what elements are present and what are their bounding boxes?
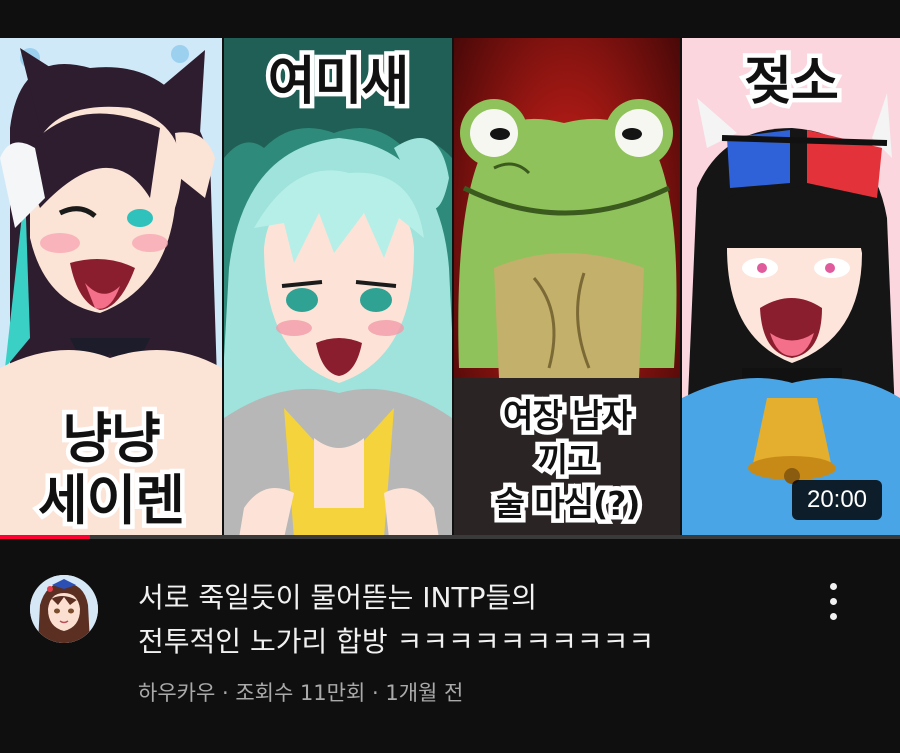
duration-badge: 20:00: [792, 480, 882, 520]
caption-line: 세이렌: [33, 465, 189, 536]
caption-line: 술 마심(?): [490, 480, 645, 528]
thumbnail-panel-3: 여장 남자 끼고 술 마심(?): [454, 38, 680, 538]
caption-line: 냥냥: [58, 403, 165, 474]
meta-separator: ·: [215, 681, 236, 705]
upload-age: 1개월 전: [385, 681, 464, 705]
view-count: 조회수 11만회: [235, 681, 366, 705]
thumbnail-panel-2: 여미새: [224, 38, 452, 538]
panel-2-caption: 여미새: [263, 48, 414, 117]
video-title[interactable]: 서로 죽일듯이 물어뜯는 INTP들의 전투적인 노가리 합방 ㅋㅋㅋㅋㅋㅋㅋㅋ…: [138, 576, 818, 664]
caption-line: 끼고: [533, 436, 602, 484]
panel-4-caption: 젖소: [740, 48, 844, 117]
glasses-girl-illustration: [682, 38, 900, 538]
video-meta: 하우카우 · 조회수 11만회 · 1개월 전: [138, 678, 463, 708]
video-title-line-2: 전투적인 노가리 합방 ㅋㅋㅋㅋㅋㅋㅋㅋㅋㅋ: [138, 625, 655, 658]
channel-avatar-icon: [30, 575, 98, 643]
meta-separator: ·: [365, 681, 386, 705]
channel-name[interactable]: 하우카우: [138, 681, 215, 705]
thumbnail-panel-1: 냥냥 세이렌: [0, 38, 222, 538]
video-title-line-1: 서로 죽일듯이 물어뜯는 INTP들의: [138, 581, 538, 614]
more-options-button[interactable]: [814, 575, 854, 635]
video-thumbnail[interactable]: 냥냥 세이렌 여미새 여장 남자 끼고 술 마심(?) 젖소 20:00: [0, 38, 900, 538]
panel-3-caption: 여장 남자 끼고 술 마심(?): [454, 392, 680, 528]
video-card[interactable]: 냥냥 세이렌 여미새 여장 남자 끼고 술 마심(?) 젖소 20:00 서로 …: [0, 0, 900, 753]
channel-avatar[interactable]: [30, 575, 98, 643]
thumbnail-panel-4: 젖소: [682, 38, 900, 538]
caption-line: 여장 남자: [499, 392, 637, 440]
watch-progress-bar: [0, 535, 900, 539]
top-strip: [0, 0, 900, 38]
mint-hair-girl-illustration: [224, 38, 452, 538]
watch-progress-fill: [0, 535, 90, 539]
panel-1-caption: 냥냥 세이렌: [0, 403, 222, 536]
